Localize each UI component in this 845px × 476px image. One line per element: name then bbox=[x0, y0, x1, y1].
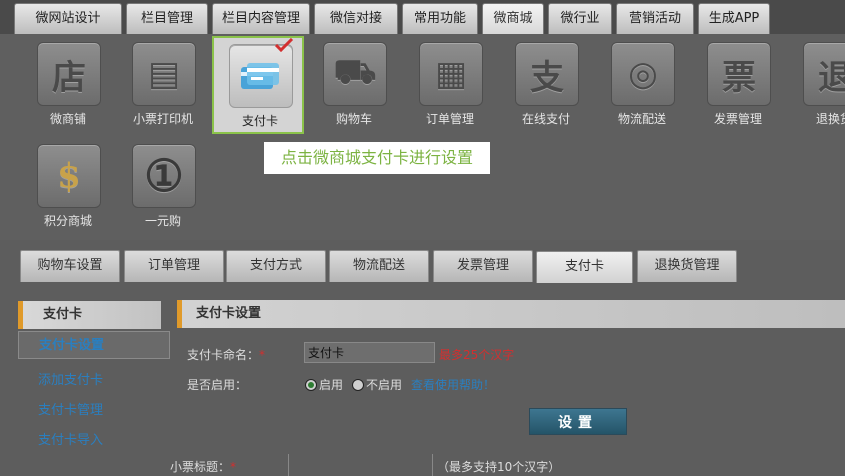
icon-label: 小票打印机 bbox=[132, 112, 193, 126]
form-title: 支付卡设置 bbox=[177, 300, 845, 328]
enable-no-radio[interactable]: 不启用 bbox=[352, 376, 402, 393]
top-tab-wechat[interactable]: 微信对接 bbox=[314, 3, 398, 34]
left-nav-header: 支付卡 bbox=[18, 301, 161, 329]
subtab-returns[interactable]: 退换货管理 bbox=[637, 250, 737, 282]
instruction-tooltip: 点击微商城支付卡进行设置 bbox=[264, 142, 490, 174]
enable-label: 是否启用： bbox=[187, 378, 248, 392]
column-divider bbox=[288, 454, 289, 476]
icon-label: 微商铺 bbox=[49, 112, 86, 126]
subtab-orders[interactable]: 订单管理 bbox=[124, 250, 224, 282]
icon-cell-points-mall[interactable]: $ 积分商城 bbox=[22, 138, 114, 236]
subtab-payment-card[interactable]: 支付卡 bbox=[536, 251, 633, 283]
left-nav-card-import[interactable]: 支付卡导入 bbox=[38, 429, 103, 448]
enable-yes-radio[interactable]: 启用 bbox=[305, 376, 343, 393]
radio-unselected-icon bbox=[352, 378, 364, 391]
return-icon: 退 bbox=[803, 42, 845, 106]
points-mall-icon: $ bbox=[37, 144, 101, 208]
top-tab-columns[interactable]: 栏目管理 bbox=[126, 3, 208, 34]
ticket-title-label: 小票标题：* bbox=[170, 460, 237, 474]
shop-icon: 店 bbox=[37, 42, 101, 106]
left-nav-card-management[interactable]: 支付卡管理 bbox=[38, 399, 103, 418]
icon-cell-receipt-printer[interactable]: ▤ 小票打印机 bbox=[117, 36, 209, 134]
ticket-title-hint: （最多支持10个汉字） bbox=[437, 460, 561, 474]
icon-label: 积分商城 bbox=[43, 214, 92, 228]
icon-cell-orders[interactable]: ▦ 订单管理 bbox=[404, 36, 496, 134]
subtab-invoices[interactable]: 发票管理 bbox=[433, 250, 533, 282]
subtab-cart-settings[interactable]: 购物车设置 bbox=[20, 250, 120, 282]
invoice-icon: 票 bbox=[707, 42, 771, 106]
check-mark-icon bbox=[274, 38, 294, 52]
top-tab-common[interactable]: 常用功能 bbox=[402, 3, 478, 34]
printer-icon: ▤ bbox=[132, 42, 196, 106]
top-tab-build-app[interactable]: 生成APP bbox=[698, 3, 770, 34]
radio-selected-icon bbox=[305, 378, 317, 391]
payment-card-icon bbox=[229, 44, 293, 108]
icon-label: 购物车 bbox=[335, 112, 372, 126]
icon-label: 发票管理 bbox=[713, 112, 762, 126]
card-name-hint: 最多25个汉字 bbox=[439, 348, 515, 362]
icon-cell-micro-shop[interactable]: 店 微商铺 bbox=[22, 36, 114, 134]
mall-function-panel: 店 微商铺 ▤ 小票打印机 支付卡 ⛟ 购物车 ▦ 订单管理 支 在线支付 ◎ … bbox=[0, 34, 845, 240]
icon-label: 一元购 bbox=[144, 214, 181, 228]
one-yuan-icon: ① bbox=[132, 144, 196, 208]
subtab-payment-methods[interactable]: 支付方式 bbox=[226, 250, 326, 282]
left-nav-add-card[interactable]: 添加支付卡 bbox=[38, 369, 103, 388]
alipay-icon: 支 bbox=[515, 42, 579, 106]
icon-label: 在线支付 bbox=[521, 112, 570, 126]
order-icon: ▦ bbox=[419, 42, 483, 106]
top-tab-site-design[interactable]: 微网站设计 bbox=[14, 3, 122, 34]
icon-cell-payment-card[interactable]: 支付卡 bbox=[212, 36, 304, 134]
icon-cell-logistics[interactable]: ◎ 物流配送 bbox=[596, 36, 688, 134]
cart-icon: ⛟ bbox=[323, 42, 387, 106]
icon-cell-returns[interactable]: 退 退换货 bbox=[788, 36, 845, 134]
icon-cell-one-yuan[interactable]: ① 一元购 bbox=[117, 138, 209, 236]
help-link[interactable]: 查看使用帮助！ bbox=[411, 376, 495, 393]
set-button[interactable]: 设置 bbox=[529, 408, 627, 435]
card-name-label: 支付卡命名：* bbox=[187, 348, 266, 362]
top-navigation: 微网站设计 栏目管理 栏目内容管理 微信对接 常用功能 微商城 微行业 营销活动… bbox=[0, 0, 845, 34]
icon-cell-online-pay[interactable]: 支 在线支付 bbox=[500, 36, 592, 134]
icon-label: 物流配送 bbox=[617, 112, 666, 126]
icon-label: 订单管理 bbox=[425, 112, 474, 126]
icon-label: 退换货 bbox=[815, 112, 845, 126]
top-tab-marketing[interactable]: 营销活动 bbox=[616, 3, 694, 34]
card-name-input[interactable] bbox=[304, 342, 435, 363]
left-nav-card-settings[interactable]: 支付卡设置 bbox=[18, 331, 170, 359]
icon-cell-cart[interactable]: ⛟ 购物车 bbox=[308, 36, 400, 134]
content-area: 购物车设置 订单管理 支付方式 物流配送 发票管理 支付卡 退换货管理 支付卡 … bbox=[0, 240, 845, 476]
subtab-logistics[interactable]: 物流配送 bbox=[329, 250, 429, 282]
top-tab-mall[interactable]: 微商城 bbox=[482, 3, 544, 34]
top-tab-column-content[interactable]: 栏目内容管理 bbox=[212, 3, 310, 34]
icon-cell-invoice[interactable]: 票 发票管理 bbox=[692, 36, 784, 134]
column-divider bbox=[432, 454, 433, 476]
icon-label: 支付卡 bbox=[241, 114, 278, 128]
steering-wheel-icon: ◎ bbox=[611, 42, 675, 106]
top-tab-industry[interactable]: 微行业 bbox=[548, 3, 612, 34]
